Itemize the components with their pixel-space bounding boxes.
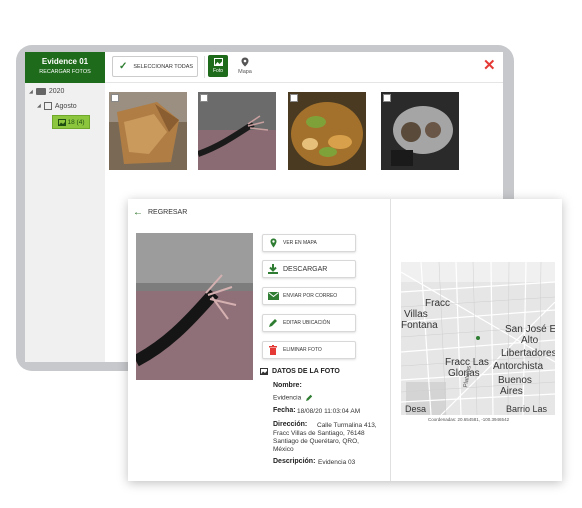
photo-thumbnail: [198, 92, 276, 170]
arrow-left-icon: ←: [133, 207, 143, 218]
back-button[interactable]: ← REGRESAR: [133, 207, 187, 218]
description-value: Evidencia 03: [318, 458, 356, 466]
download-label: DESCARGAR: [283, 265, 328, 273]
date-label: Fecha:: [273, 407, 296, 414]
date-value: 18/08/20 11:03:04 AM: [297, 407, 361, 415]
evidence-header[interactable]: Evidence 01 RECARGAR FOTOS: [25, 52, 105, 83]
envelope-icon: [267, 292, 279, 300]
photo-thumbnail: [288, 92, 366, 170]
map-view-button[interactable]: Mapa: [234, 55, 256, 77]
map-label: Fracc: [425, 298, 450, 309]
edit-location-label: EDITAR UBICACIÓN: [283, 320, 331, 326]
reload-photos-link[interactable]: RECARGAR FOTOS: [25, 69, 105, 75]
select-checkbox[interactable]: [111, 94, 119, 102]
view-on-map-button[interactable]: VER EN MAPA: [262, 234, 356, 252]
map-label: Aires: [500, 386, 523, 397]
tree-item-day[interactable]: 18 (4): [52, 115, 90, 129]
pencil-icon: [269, 319, 277, 327]
checkmark-icon: ✓: [119, 61, 128, 72]
expand-triangle-icon[interactable]: ◢: [37, 103, 41, 109]
map-label: Alto: [521, 335, 539, 346]
photo-preview: [136, 233, 253, 380]
name-text: Evidencia: [273, 394, 302, 402]
send-email-label: ENVIAR POR CORREO: [283, 293, 338, 299]
download-button[interactable]: DESCARGAR: [262, 260, 356, 278]
evidence-title: Evidence 01: [41, 57, 89, 66]
folder-icon: [35, 88, 46, 95]
thumbnail-item[interactable]: [381, 92, 459, 170]
tree-item-month[interactable]: ◢ Agosto: [37, 102, 77, 110]
image-icon: [213, 58, 223, 66]
select-checkbox[interactable]: [383, 94, 391, 102]
back-label: REGRESAR: [148, 209, 188, 216]
select-all-button[interactable]: ✓ SELECCIONAR TODAS: [112, 56, 198, 77]
address-line: Santiago de Querétaro, QRO,: [273, 437, 359, 445]
photo-info-title: DATOS DE LA FOTO: [272, 368, 340, 375]
photo-thumbnail: [109, 92, 187, 170]
tree-year-label: 2020: [48, 88, 65, 95]
close-icon[interactable]: ✕: [483, 58, 496, 73]
map-label: Desa: [405, 404, 427, 414]
name-value: Evidencia: [273, 394, 313, 402]
select-checkbox[interactable]: [200, 94, 208, 102]
map-coordinates: Coordenadas: 20.654581, -100.3946542: [428, 417, 510, 422]
description-label: Descripción:: [273, 458, 316, 465]
map-label: Buenos: [498, 375, 532, 386]
image-icon: [57, 118, 66, 126]
trash-icon: [269, 345, 277, 355]
pencil-icon[interactable]: [305, 394, 313, 402]
view-on-map-label: VER EN MAPA: [283, 240, 317, 246]
address-line: Fracc Villas de Santiago, 76148: [273, 429, 365, 437]
map-pin-icon: [241, 57, 249, 67]
address-line: México: [273, 445, 294, 453]
map-label: Barrio Las: [506, 404, 548, 414]
panel-divider: [390, 199, 391, 481]
map-label: Libertadores: [501, 348, 555, 359]
map-pin-icon: [270, 238, 276, 248]
map-label: Villas: [404, 309, 428, 320]
photo-image: [136, 233, 253, 380]
select-all-label: SELECCIONAR TODAS: [133, 63, 194, 70]
name-label: Nombre:: [273, 382, 302, 389]
photo-info-heading: DATOS DE LA FOTO: [260, 368, 340, 375]
thumbnail-item[interactable]: [198, 92, 276, 170]
location-map[interactable]: Fracc Villas Fontana San José El Alto Fr…: [401, 262, 555, 415]
thumbnail-item[interactable]: [288, 92, 366, 170]
select-checkbox[interactable]: [290, 94, 298, 102]
thumbnail-item[interactable]: [109, 92, 187, 170]
map-view-label: Mapa: [238, 69, 252, 75]
delete-photo-label: ELIMINAR FOTO: [283, 347, 322, 353]
expand-triangle-icon[interactable]: ◢: [29, 89, 33, 95]
image-icon: [260, 368, 268, 375]
address-label: Dirección:: [273, 421, 308, 428]
address-line: Calle Turmalina 413,: [317, 421, 377, 429]
map-label: San José El: [505, 324, 555, 335]
download-icon: [268, 264, 278, 274]
photo-view-button[interactable]: Foto: [208, 55, 228, 77]
map-label: Fontana: [401, 320, 438, 331]
tree-day-label: 18 (4): [67, 118, 85, 126]
tree-month-label: Agosto: [54, 102, 77, 110]
toolbar-divider: [204, 56, 205, 78]
photo-view-label: Foto: [212, 68, 223, 74]
photo-thumbnail: [381, 92, 459, 170]
tree-item-year[interactable]: ◢ 2020: [29, 88, 64, 95]
send-email-button[interactable]: ENVIAR POR CORREO: [262, 287, 356, 305]
edit-location-button[interactable]: EDITAR UBICACIÓN: [262, 314, 356, 332]
map-label: Antorchista: [493, 361, 544, 372]
calendar-icon: [43, 102, 52, 110]
delete-photo-button[interactable]: ELIMINAR FOTO: [262, 341, 356, 359]
